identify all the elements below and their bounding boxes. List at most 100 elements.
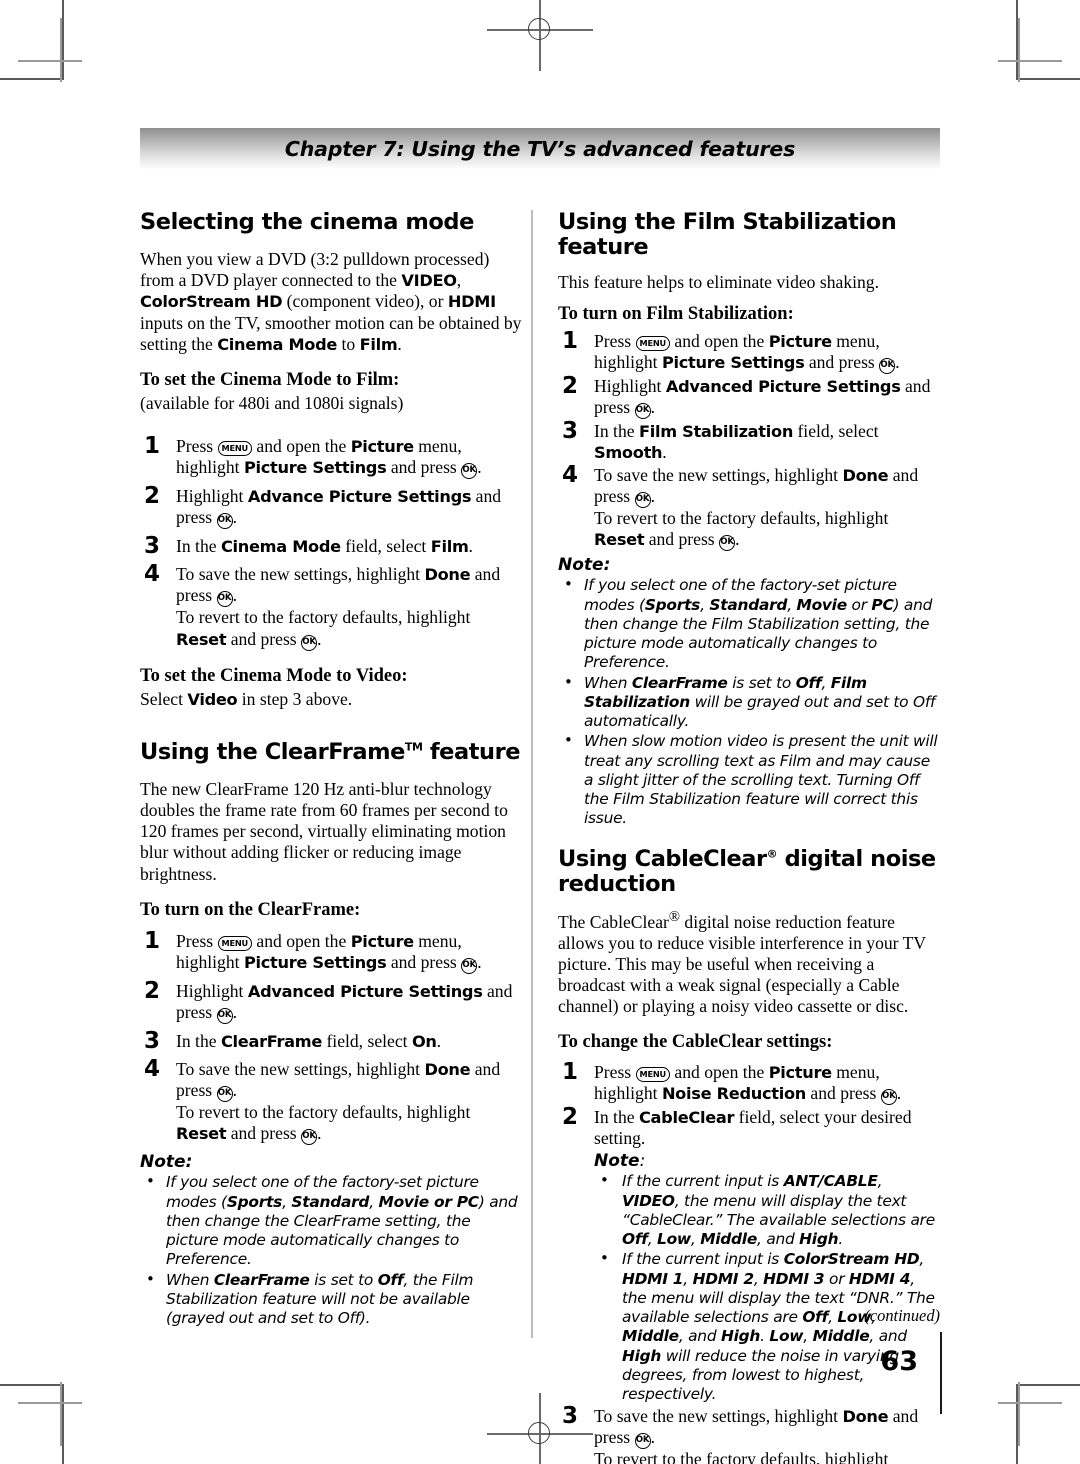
ui-term-movie-or-pc: Movie or PC	[378, 1192, 480, 1211]
ui-term-colorstream-hd: ColorStream HD	[783, 1250, 920, 1269]
ui-term-done: Done	[842, 466, 889, 486]
ok-key-icon: OK	[634, 492, 651, 509]
ui-term-middle: Middle	[622, 1327, 679, 1346]
step-number: 2	[562, 1103, 579, 1130]
ui-term-sports: Sports	[226, 1192, 283, 1211]
right-column: Using the Film Stabilization feature Thi…	[558, 209, 940, 1464]
ok-key-icon: OK	[719, 535, 736, 552]
menu-key-icon: MENU	[217, 935, 252, 951]
ui-term-off: Off	[622, 1230, 648, 1249]
ui-term-low: Low	[769, 1327, 804, 1346]
step-item: 3 In the Film Stabilization field, select…	[562, 417, 879, 462]
ok-key-icon: OK	[634, 1433, 651, 1450]
left-column: Selecting the cinema mode When you view …	[140, 209, 522, 1329]
note-label-film-stabilization: Note:	[558, 555, 611, 576]
menu-key-icon: MENU	[635, 1066, 670, 1082]
ui-term-smooth: Smooth	[594, 443, 663, 462]
continued-marker: (continued)	[864, 1306, 940, 1325]
registration-mark-top	[487, 0, 593, 71]
step-item: 1 Press MENU and open the Picture menu, h…	[144, 927, 482, 974]
heading-film-stabilization: Using the Film Stabilization feature	[558, 209, 897, 261]
step-item: 1 Press MENU and open the Picture menu, h…	[144, 433, 482, 480]
menu-key-icon: MENU	[635, 335, 670, 351]
ui-term-video: VIDEO	[401, 271, 457, 291]
ui-term-high: High	[799, 1230, 839, 1249]
note-item: If you select one of the factory-set pic…	[140, 1172, 522, 1269]
ui-term-sports: Sports	[644, 595, 701, 614]
ui-term-picture: Picture	[350, 931, 414, 951]
step-number: 4	[144, 1056, 161, 1083]
ui-term-hdmi: HDMI	[447, 292, 496, 312]
ok-key-icon: OK	[634, 402, 651, 419]
ui-term-noise-reduction: Noise Reduction	[661, 1083, 806, 1103]
step-item: 4 To save the new settings, highlight Don…	[144, 1056, 501, 1146]
ok-key-icon: OK	[216, 591, 233, 608]
step-number: 1	[562, 327, 579, 354]
cableclear-intro: The CableClear® digital noise reduction …	[558, 908, 926, 1017]
step-item: 4 To save the new settings, highlight Don…	[144, 561, 501, 651]
step-number: 2	[144, 483, 161, 510]
ui-term-picture-settings: Picture Settings	[243, 952, 387, 972]
ui-term-on: On	[411, 1032, 437, 1052]
document-page: Chapter 7: Using the TV’s advanced featu…	[0, 0, 1080, 1464]
ui-term-off: Off	[795, 673, 822, 692]
cinema-mode-intro: When you view a DVD (3:2 pulldown proces…	[140, 249, 522, 354]
ui-term-high: High	[622, 1346, 662, 1365]
step-item: 2 Highlight Advance Picture Settings and …	[144, 483, 502, 530]
ui-term-hdmi-4: HDMI 4	[848, 1269, 911, 1288]
ui-term-video: Video	[187, 689, 238, 709]
ok-key-icon: OK	[461, 957, 478, 974]
note-item: When ClearFrame is set to Off, the Film …	[140, 1270, 522, 1329]
heading-selecting-cinema-mode: Selecting the cinema mode	[140, 209, 474, 235]
subheading-turn-on-film-stabilization: To turn on Film Stabilization:	[558, 304, 794, 325]
step-number: 2	[562, 372, 579, 399]
step-item: 1 Press MENU and open the Picture menu, h…	[562, 327, 900, 374]
page-footer: 63	[880, 1332, 942, 1414]
ui-term-clearframe: ClearFrame	[631, 673, 728, 692]
ui-term-cinema-mode: Cinema Mode	[217, 334, 338, 354]
ui-term-film: Film	[359, 334, 398, 354]
ok-key-icon: OK	[880, 1088, 897, 1105]
film-stabilization-intro: This feature helps to eliminate video sh…	[558, 272, 880, 293]
step-number: 2	[144, 977, 161, 1004]
ui-term-done: Done	[842, 1407, 889, 1427]
menu-key-icon: MENU	[217, 441, 252, 457]
ui-term-low: Low	[657, 1230, 691, 1249]
steps-cinema-mode-film: 1 Press MENU and open the Picture menu, h…	[140, 433, 522, 651]
cinema-mode-film-availability: (available for 480i and 1080i signals)	[140, 392, 404, 413]
notes-clearframe: If you select one of the factory-set pic…	[140, 1172, 522, 1329]
step-item: 3 In the Cinema Mode field, select Film.	[144, 533, 473, 560]
ui-term-ant-cable: ANT/CABLE	[783, 1172, 878, 1191]
chapter-banner: Chapter 7: Using the TV’s advanced featu…	[140, 128, 940, 170]
ui-term-cinema-mode: Cinema Mode	[220, 537, 341, 557]
ui-term-picture-settings: Picture Settings	[661, 352, 805, 372]
ok-key-icon: OK	[216, 1008, 233, 1025]
two-column-body: Selecting the cinema mode When you view …	[140, 209, 940, 1464]
ui-term-cableclear: CableClear	[638, 1107, 735, 1127]
ui-term-reset: Reset	[176, 1124, 227, 1144]
ui-term-high: High	[720, 1327, 761, 1346]
note-item: When ClearFrame is set to Off, Film Stab…	[558, 673, 940, 732]
registered-symbol: ®	[766, 847, 778, 861]
ui-term-advanced-picture-settings: Advanced Picture Settings	[247, 981, 483, 1001]
ui-term-reset: Reset	[594, 530, 645, 550]
note-item: If the current input is ColorStream HD, …	[594, 1249, 940, 1404]
page-number: 63	[880, 1346, 918, 1377]
step-number: 3	[562, 1403, 579, 1430]
ok-key-icon: OK	[461, 463, 478, 480]
page-content: Chapter 7: Using the TV’s advanced featu…	[140, 128, 942, 1464]
ui-term-film: Film	[430, 537, 469, 557]
ui-term-clearframe: ClearFrame	[220, 1032, 323, 1052]
step-number: 1	[562, 1058, 579, 1085]
ui-term-hdmi-3: HDMI 3	[763, 1269, 825, 1288]
subheading-set-cinema-mode-film: To set the Cinema Mode to Film:	[140, 369, 400, 390]
ui-term-middle: Middle	[812, 1327, 870, 1346]
step-item: 2 Highlight Advanced Picture Settings and…	[562, 372, 931, 419]
step-item: 1 Press MENU and open the Picture menu, h…	[562, 1058, 902, 1105]
heading-using-clearframe: Using the ClearFrameTM feature	[140, 738, 521, 765]
ui-term-movie: Movie	[796, 595, 848, 614]
ui-term-pc: PC	[871, 595, 894, 614]
chapter-title: Chapter 7: Using the TV’s advanced featu…	[284, 137, 796, 161]
ok-key-icon: OK	[301, 634, 318, 651]
step-number: 4	[144, 561, 161, 588]
